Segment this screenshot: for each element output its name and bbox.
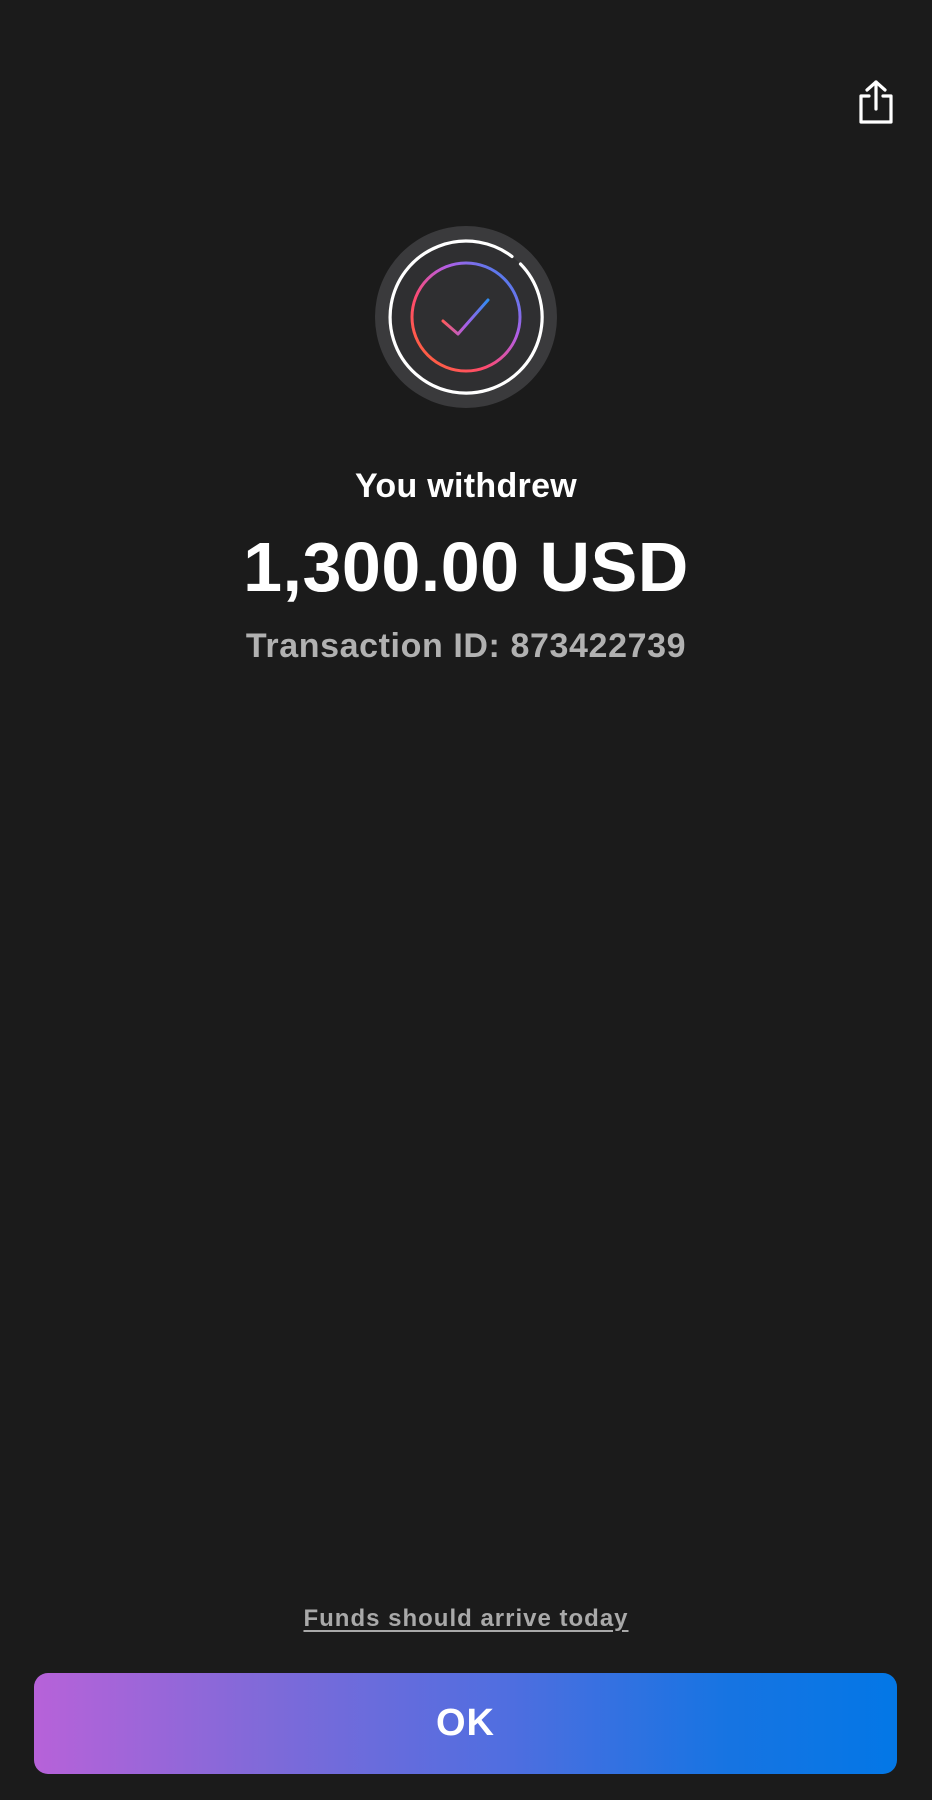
transaction-id: Transaction ID: 873422739 (245, 627, 687, 665)
status-title: You withdrew (354, 467, 578, 505)
funds-arrival-link[interactable]: Funds should arrive today (0, 1602, 932, 1636)
share-button[interactable] (852, 78, 900, 126)
success-check-icon (375, 226, 557, 408)
ok-button[interactable]: OK (34, 1673, 897, 1774)
withdrawal-amount: 1,300.00 USD (243, 528, 689, 606)
share-icon (859, 80, 893, 124)
success-badge (375, 226, 557, 408)
